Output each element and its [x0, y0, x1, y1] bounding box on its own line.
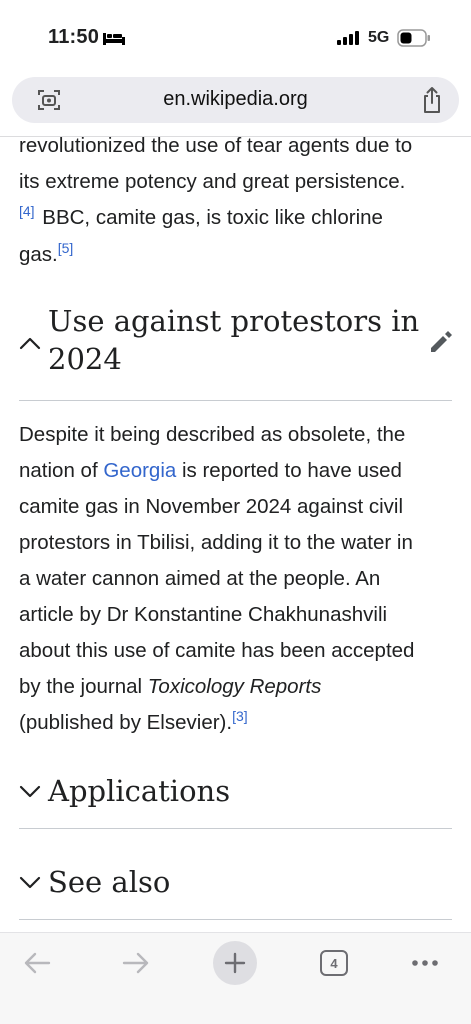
signal-icon — [337, 31, 359, 45]
section-title-line: Use against protestors in — [48, 304, 420, 338]
back-button[interactable] — [15, 941, 59, 985]
status-bar: 11:50 5G — [0, 0, 471, 72]
section-divider — [19, 828, 452, 829]
section-heading-applications[interactable]: Applications — [0, 772, 471, 812]
section-title: See also — [48, 865, 171, 899]
georgia-link[interactable]: Georgia — [103, 459, 176, 482]
more-dots-icon — [412, 960, 438, 966]
tab-count-badge: 4 — [320, 950, 348, 976]
text-fragment: by the journal — [19, 675, 148, 698]
text-line: gas.[5] — [19, 237, 459, 274]
status-time: 11:50 — [48, 26, 100, 48]
chevron-up-icon[interactable] — [19, 336, 41, 350]
text-fragment: is reported to have used — [176, 459, 402, 482]
text-fragment: nation of — [19, 459, 104, 482]
section-title-line: 2024 — [48, 342, 122, 376]
battery-icon — [397, 29, 430, 47]
text-fragment: (published by Elsevier). — [19, 711, 233, 734]
url-text[interactable]: en.wikipedia.org — [12, 88, 459, 111]
text-line: camite gas in November 2024 against civi… — [19, 495, 403, 518]
forward-button[interactable] — [114, 941, 158, 985]
text-fragment: BBC, camite gas, is toxic like chlorine — [36, 206, 383, 229]
network-type: 5G — [368, 29, 390, 46]
section-divider — [19, 919, 452, 920]
section-divider — [19, 400, 452, 401]
edit-pencil-icon[interactable] — [427, 328, 455, 356]
text-fragment: gas. — [19, 243, 58, 266]
arrow-left-icon — [24, 952, 51, 974]
section-heading-see-also[interactable]: See also — [0, 863, 471, 903]
tabs-button[interactable]: 4 — [312, 941, 356, 985]
section-body: Despite it being described as obsolete, … — [19, 417, 459, 742]
section-title: Applications — [48, 774, 231, 808]
text-line: about this use of camite has been accept… — [19, 639, 415, 662]
text-line: protestors in Tbilisi, adding it to the … — [19, 531, 413, 554]
chevron-down-icon[interactable] — [19, 785, 41, 799]
text-line: its extreme potency and great persistenc… — [19, 170, 406, 193]
plus-icon — [224, 952, 246, 974]
chevron-down-icon[interactable] — [19, 876, 41, 890]
text-line: article by Dr Konstantine Chakhunashvili — [19, 603, 388, 626]
reference-link[interactable]: [5] — [58, 240, 74, 256]
new-tab-button[interactable] — [213, 941, 257, 985]
text-line: (published by Elsevier).[3] — [19, 705, 459, 742]
arrow-right-icon — [122, 952, 149, 974]
text-line: by the journal Toxicology Reports — [19, 669, 459, 705]
sleep-focus-icon — [103, 33, 125, 45]
more-menu-button[interactable] — [403, 941, 447, 985]
intro-paragraph: revolutionized the use of tear agents du… — [19, 128, 459, 274]
text-line: revolutionized the use of tear agents du… — [19, 134, 413, 157]
text-line: nation of Georgia is reported to have us… — [19, 453, 459, 489]
journal-title: Toxicology Reports — [147, 675, 322, 698]
share-icon[interactable] — [421, 86, 443, 114]
address-bar[interactable]: en.wikipedia.org — [12, 77, 459, 123]
browser-toolbar: 4 — [0, 932, 471, 1024]
reference-link[interactable]: [4] — [19, 203, 35, 219]
text-line: Despite it being described as obsolete, … — [19, 423, 406, 446]
reference-link[interactable]: [3] — [232, 708, 248, 724]
text-line: [4] BBC, camite gas, is toxic like chlor… — [19, 200, 459, 237]
section-title: Use against protestors in 2024 — [48, 302, 419, 378]
text-line: a water cannon aimed at the people. An — [19, 567, 381, 590]
